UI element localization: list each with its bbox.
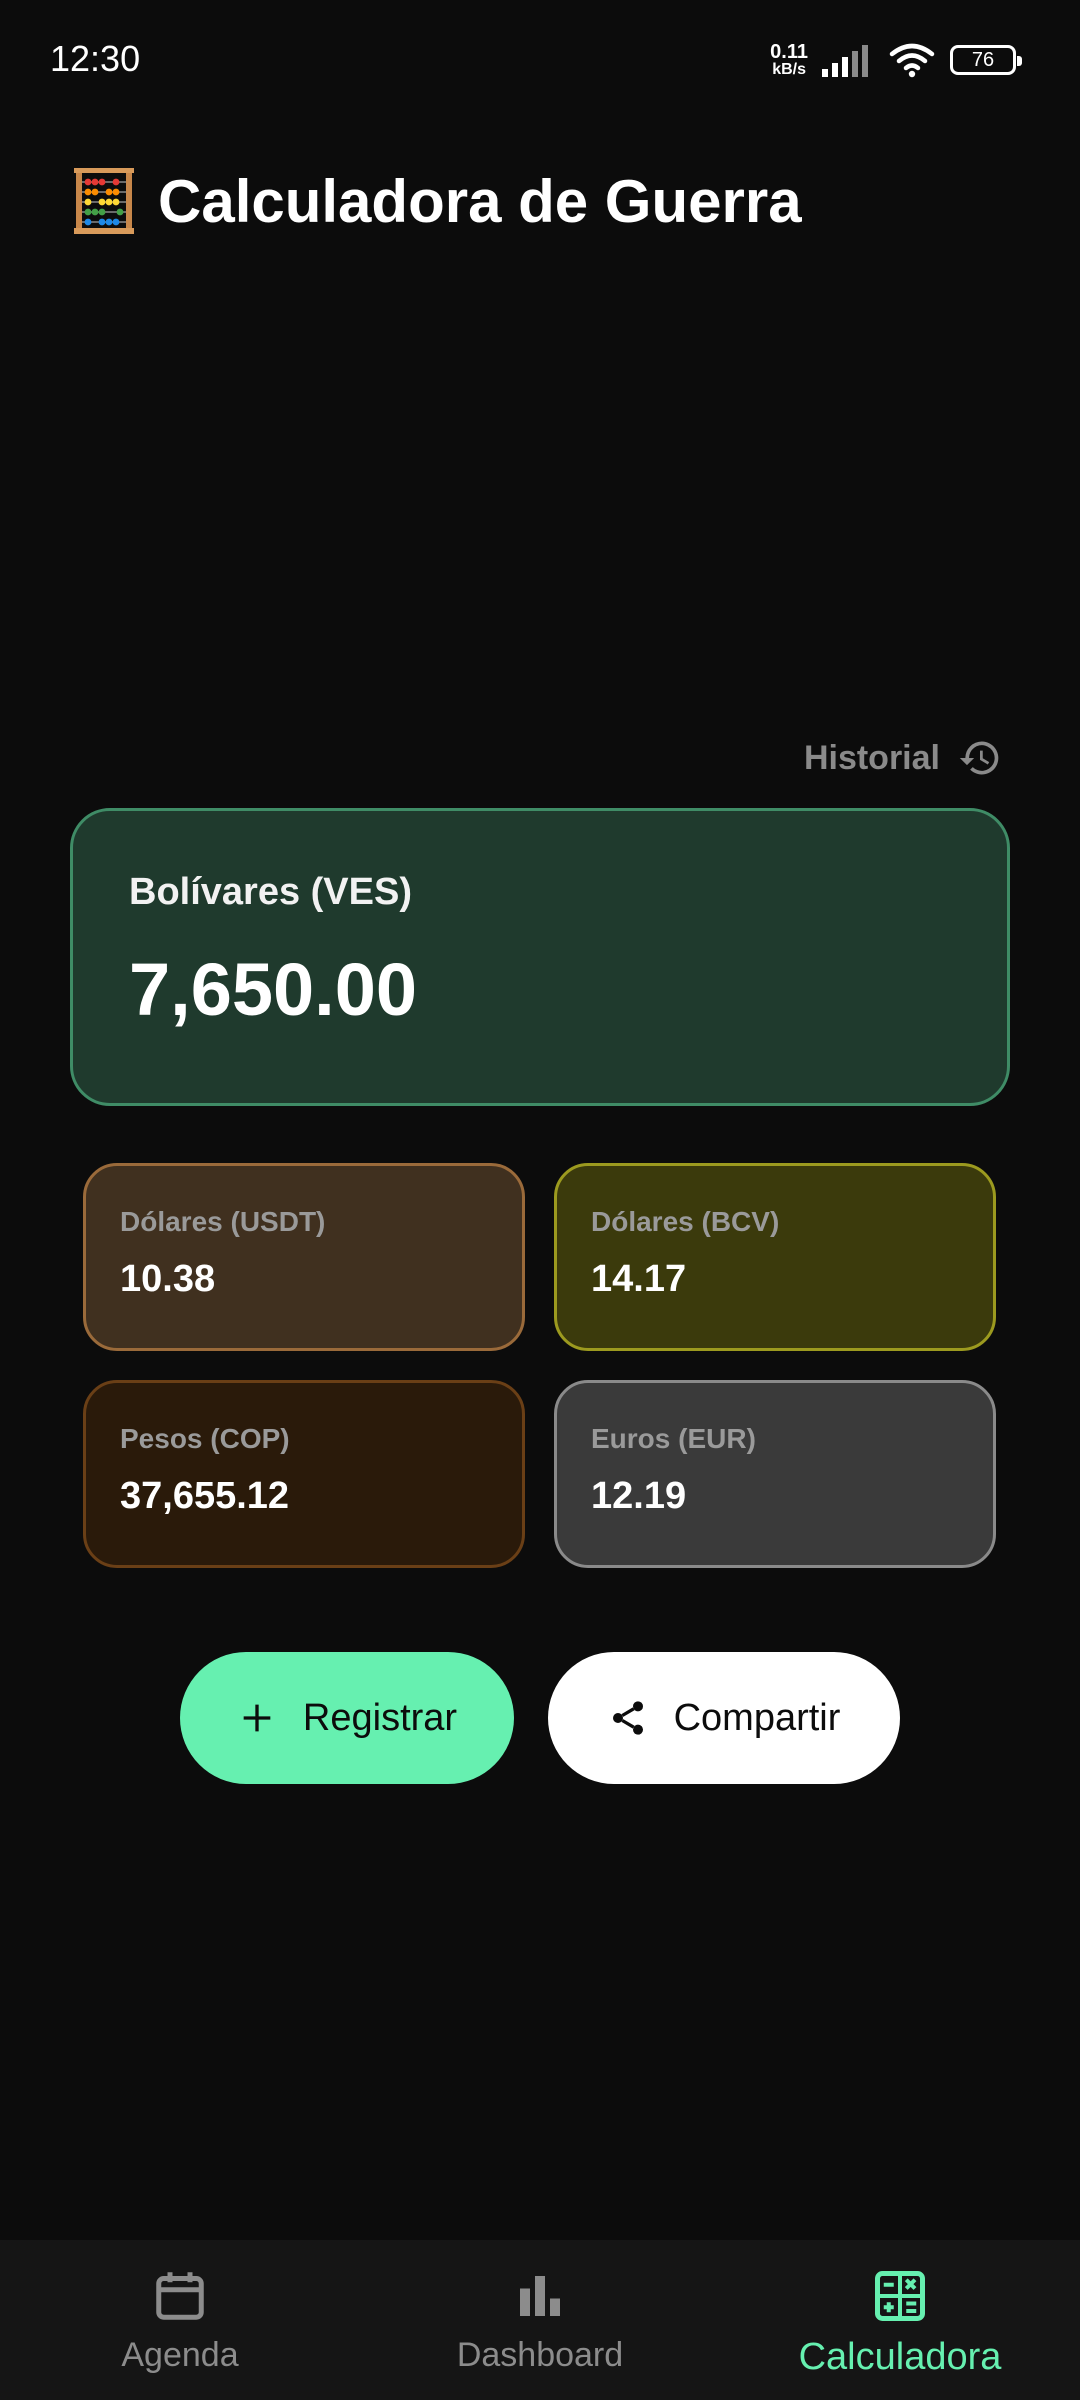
nav-label: Calculadora: [798, 2336, 1002, 2378]
calendar-icon: [156, 2272, 204, 2320]
main-currency-label: Bolívares (VES): [129, 871, 412, 913]
main-currency-value: 7,650.00: [129, 948, 418, 1031]
nav-label: Dashboard: [456, 2336, 624, 2374]
abacus-icon: [74, 168, 134, 234]
status-time: 12:30: [50, 38, 141, 79]
nav-item-agenda[interactable]: Agenda: [0, 2240, 360, 2400]
battery-level: 76: [971, 48, 995, 71]
signal-icon: [822, 45, 868, 77]
network-speed: 0.11 kB/s: [770, 42, 808, 78]
main-currency-card[interactable]: Bolívares (VES) 7,650.00: [70, 808, 1010, 1106]
currency-value: 10.38: [120, 1258, 216, 1300]
nav-item-dashboard[interactable]: Dashboard: [360, 2240, 720, 2400]
currency-card-eur[interactable]: Euros (EUR) 12.19: [554, 1380, 996, 1568]
currency-label: Euros (EUR): [591, 1423, 756, 1454]
register-button[interactable]: Registrar: [180, 1652, 514, 1784]
app-header: Calculadora de Guerra: [72, 166, 802, 236]
currency-card-usdt[interactable]: Dólares (USDT) 10.38: [83, 1163, 525, 1351]
bar-chart-icon: [520, 2276, 560, 2316]
history-icon: [959, 741, 999, 775]
currency-label: Dólares (BCV): [591, 1206, 780, 1237]
share-button[interactable]: Compartir: [548, 1652, 900, 1784]
currency-value: 14.17: [591, 1258, 687, 1300]
network-speed-value: 0.11: [770, 41, 808, 63]
status-icons: 0.11 kB/s 76: [770, 38, 1022, 82]
history-button[interactable]: Historial: [804, 736, 1002, 780]
nav-label: Agenda: [121, 2336, 239, 2374]
network-speed-unit: kB/s: [772, 61, 806, 78]
register-label: Registrar: [302, 1696, 458, 1739]
status-bar: 12:30 0.11 kB/s 76: [0, 0, 1080, 120]
plus-icon: [243, 1704, 271, 1732]
currency-card-bcv[interactable]: Dólares (BCV) 14.17: [554, 1163, 996, 1351]
share-label: Compartir: [673, 1696, 841, 1739]
battery-icon: 76: [950, 45, 1022, 75]
currency-label: Dólares (USDT): [120, 1206, 326, 1237]
currency-card-cop[interactable]: Pesos (COP) 37,655.12: [83, 1380, 525, 1568]
currency-value: 12.19: [591, 1475, 687, 1517]
wifi-icon: [889, 43, 935, 78]
history-label: Historial: [803, 738, 940, 777]
nav-item-calculadora[interactable]: Calculadora: [720, 2240, 1080, 2400]
share-icon: [612, 1701, 643, 1735]
bottom-navigation: Agenda Dashboard Calculadora: [0, 2240, 1080, 2400]
currency-label: Pesos (COP): [120, 1423, 290, 1454]
currency-value: 37,655.12: [120, 1475, 290, 1517]
page-title: Calculadora de Guerra: [158, 167, 802, 235]
calculator-icon: [875, 2271, 925, 2321]
